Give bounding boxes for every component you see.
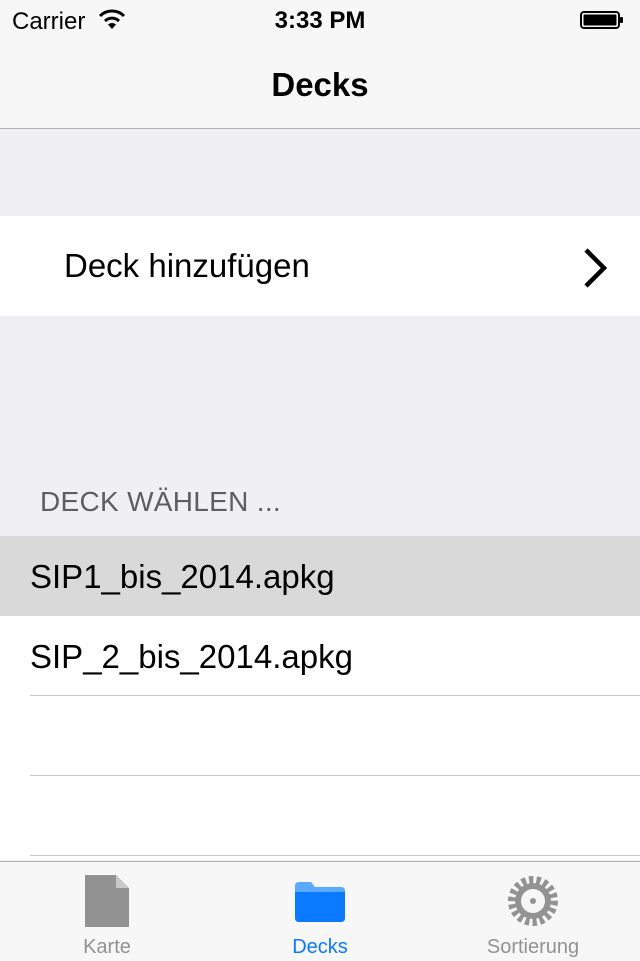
status-time: 3:33 PM	[274, 7, 366, 34]
row-separator	[30, 855, 640, 856]
deck-row[interactable]: SIP1_bis_2014.apkg	[0, 536, 640, 616]
empty-row	[0, 776, 640, 856]
tab-bar: Karte Decks Sortierung	[0, 861, 640, 961]
deck-list: SIP1_bis_2014.apkg SIP_2_bis_2014.apkg	[0, 536, 640, 860]
gear-icon	[508, 876, 558, 926]
section-header: DECK WÄHLEN ...	[40, 486, 281, 517]
navigation-header: Carrier 3:33 PM Decks	[0, 0, 640, 129]
tab-decks[interactable]: Decks	[213, 862, 427, 961]
page-title: Decks	[271, 66, 369, 103]
tab-label: Sortierung	[486, 936, 580, 958]
deck-name: SIP_2_bis_2014.apkg	[30, 638, 353, 675]
battery-icon	[580, 11, 623, 29]
tab-karte[interactable]: Karte	[0, 862, 214, 961]
chevron-right-icon	[584, 248, 608, 288]
folder-icon	[295, 882, 345, 922]
deck-row[interactable]: SIP_2_bis_2014.apkg	[0, 616, 640, 696]
add-deck-row[interactable]: Deck hinzufügen	[0, 216, 640, 316]
tab-label: Karte	[83, 936, 131, 958]
tab-sortierung[interactable]: Sortierung	[426, 862, 640, 961]
tab-label: Decks	[292, 936, 348, 958]
deck-name: SIP1_bis_2014.apkg	[30, 558, 335, 595]
status-bar: Carrier 3:33 PM	[0, 0, 640, 40]
document-icon	[85, 875, 129, 927]
empty-row	[0, 696, 640, 776]
add-deck-label: Deck hinzufügen	[64, 247, 310, 284]
